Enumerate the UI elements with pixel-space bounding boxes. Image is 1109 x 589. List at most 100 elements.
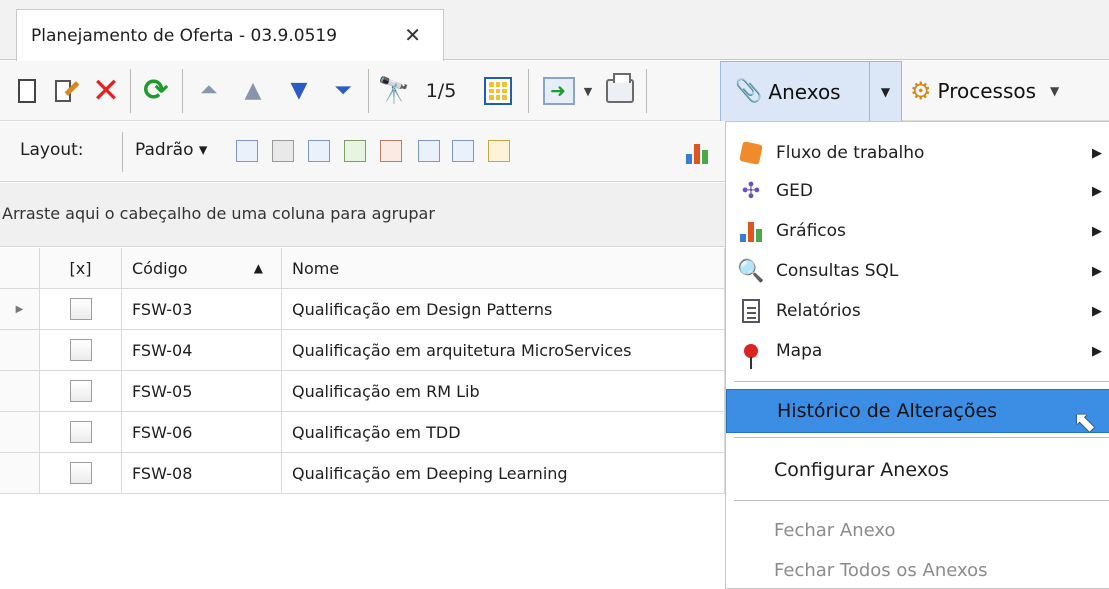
menu-item-fechar-anexo: Fechar Anexo (726, 510, 1109, 550)
nome-value: Qualificação em Design Patterns (292, 299, 553, 319)
refresh-button[interactable]: ⟳ (138, 74, 174, 108)
codigo-cell[interactable]: FSW-06 (122, 412, 282, 452)
print-button[interactable] (602, 73, 638, 108)
chevron-down-icon: ▼ (880, 84, 891, 99)
expand-rows-icon[interactable] (344, 140, 366, 162)
nome-cell[interactable]: Qualificação em arquitetura MicroService… (282, 330, 725, 370)
row-checkbox[interactable] (69, 462, 92, 484)
menu-item-ged[interactable]: ✣ GED ▶ (726, 171, 1109, 211)
search-button[interactable]: 🔭 (376, 74, 412, 108)
menu-item-label: Histórico de Alterações (777, 400, 998, 422)
nome-cell[interactable]: Qualificação em Deeping Learning (282, 453, 725, 493)
bar-chart-icon[interactable] (686, 140, 714, 164)
codigo-cell[interactable]: FSW-03 (122, 289, 282, 329)
menu-item-graficos[interactable]: Gráficos ▶ (726, 211, 1109, 251)
menu-item-configurar-anexos[interactable]: Configurar Anexos (726, 449, 1109, 491)
codigo-value: FSW-08 (132, 463, 193, 483)
row-checkbox-cell (40, 453, 122, 493)
codigo-cell[interactable]: FSW-05 (122, 371, 282, 411)
close-icon[interactable]: ✕ (404, 23, 421, 47)
refresh-icon: ⟳ (143, 73, 169, 108)
nome-column-label: Nome (292, 258, 340, 278)
toolbar-separator (122, 132, 123, 172)
row-indicator-header (0, 248, 40, 288)
save-layout-icon[interactable] (236, 140, 258, 162)
first-record-icon: ⏶ (200, 78, 218, 103)
menu-item-relatorios[interactable]: Relatórios ▶ (726, 291, 1109, 331)
tab-title: Planejamento de Oferta - 03.9.0519 (31, 25, 338, 46)
delete-layout-icon[interactable] (272, 140, 294, 162)
collapse-rows-icon[interactable] (380, 140, 402, 162)
menu-item-label: Relatórios (776, 301, 861, 321)
menu-item-mapa[interactable]: Mapa ▶ (726, 331, 1109, 371)
table-row[interactable]: ▶ FSW-03 Qualificação em Design Patterns (0, 289, 725, 330)
row-checkbox-cell (40, 371, 122, 411)
edit-icon (54, 77, 80, 105)
table-row[interactable]: FSW-06 Qualificação em TDD (0, 412, 725, 453)
nome-cell[interactable]: Qualificação em Design Patterns (282, 289, 725, 329)
previous-record-button[interactable]: ▲ (236, 74, 270, 108)
table-row[interactable]: FSW-08 Qualificação em Deeping Learning (0, 453, 725, 494)
grid-view-icon (484, 77, 512, 105)
menu-item-label: Mapa (776, 341, 823, 361)
row-checkbox[interactable] (69, 298, 92, 320)
anexos-button[interactable]: 📎 Anexos ▼ (720, 61, 902, 121)
row-indicator (0, 371, 40, 411)
edit-button[interactable] (50, 74, 84, 108)
export-dropdown[interactable]: ▼ (580, 74, 596, 108)
menu-item-historico-alteracoes[interactable]: Histórico de Alterações (726, 389, 1109, 433)
menu-separator (734, 437, 1109, 438)
menu-item-consultas-sql[interactable]: 🔍 Consultas SQL ▶ (726, 251, 1109, 291)
menu-item-label: Fluxo de trabalho (776, 143, 925, 163)
submenu-arrow-icon: ▶ (1092, 263, 1102, 279)
codigo-cell[interactable]: FSW-08 (122, 453, 282, 493)
nome-cell[interactable]: Qualificação em TDD (282, 412, 725, 452)
grid-view-button[interactable] (478, 74, 518, 108)
table-row[interactable]: FSW-05 Qualificação em RM Lib (0, 371, 725, 412)
processos-button[interactable]: ⚙ Processos ▼ (910, 74, 1059, 108)
row-checkbox[interactable] (69, 339, 92, 361)
toolbar-separator (130, 69, 131, 113)
columns-icon[interactable] (308, 140, 330, 162)
anexos-dropdown[interactable]: ▼ (869, 62, 901, 121)
first-record-button[interactable]: ⏶ (192, 74, 226, 108)
table-row[interactable]: FSW-04 Qualificação em arquitetura Micro… (0, 330, 725, 371)
codigo-cell[interactable]: FSW-04 (122, 330, 282, 370)
nome-value: Qualificação em RM Lib (292, 381, 480, 401)
group-panel[interactable]: Arraste aqui o cabeçalho de uma coluna p… (0, 183, 725, 247)
format-icon[interactable] (488, 140, 510, 162)
export-button[interactable] (538, 74, 580, 108)
toolbar-separator (182, 69, 183, 113)
menu-item-fechar-todos-anexos: Fechar Todos os Anexos (726, 550, 1109, 589)
ged-icon: ✣ (741, 178, 761, 204)
last-record-button[interactable]: ⏷ (326, 74, 360, 108)
filter-icon[interactable] (418, 140, 440, 162)
codigo-column-label: Código (132, 258, 188, 278)
layout-select[interactable]: Padrão ▾ (135, 140, 207, 160)
row-checkbox[interactable] (69, 421, 92, 443)
row-checkbox[interactable] (69, 380, 92, 402)
codigo-value: FSW-05 (132, 381, 193, 401)
summary-icon[interactable] (452, 140, 474, 162)
grid-empty-area (0, 498, 725, 589)
anexos-label: Anexos (768, 79, 841, 104)
map-pin-icon (738, 338, 764, 369)
layout-toolbar: Layout: Padrão ▾ (0, 122, 725, 182)
select-column-label: [x] (69, 258, 92, 278)
menu-item-label: Configurar Anexos (774, 459, 949, 481)
document-tab[interactable]: Planejamento de Oferta - 03.9.0519 ✕ (16, 9, 444, 61)
menu-separator (734, 381, 1109, 382)
row-checkbox-cell (40, 289, 122, 329)
column-header-nome[interactable]: Nome (282, 248, 725, 288)
nome-cell[interactable]: Qualificação em RM Lib (282, 371, 725, 411)
new-button[interactable] (12, 74, 42, 108)
last-record-icon: ⏷ (334, 78, 352, 103)
chevron-down-icon: ▼ (583, 84, 593, 98)
previous-icon: ▲ (244, 78, 262, 103)
column-header-select[interactable]: [x] (40, 248, 122, 288)
column-header-codigo[interactable]: Código ▲ (122, 248, 282, 288)
menu-item-fluxo-trabalho[interactable]: Fluxo de trabalho ▶ (726, 133, 1109, 173)
next-record-button[interactable]: ▼ (282, 74, 316, 108)
paperclip-icon: 📎 (735, 79, 763, 104)
delete-button[interactable]: ✕ (88, 74, 124, 108)
